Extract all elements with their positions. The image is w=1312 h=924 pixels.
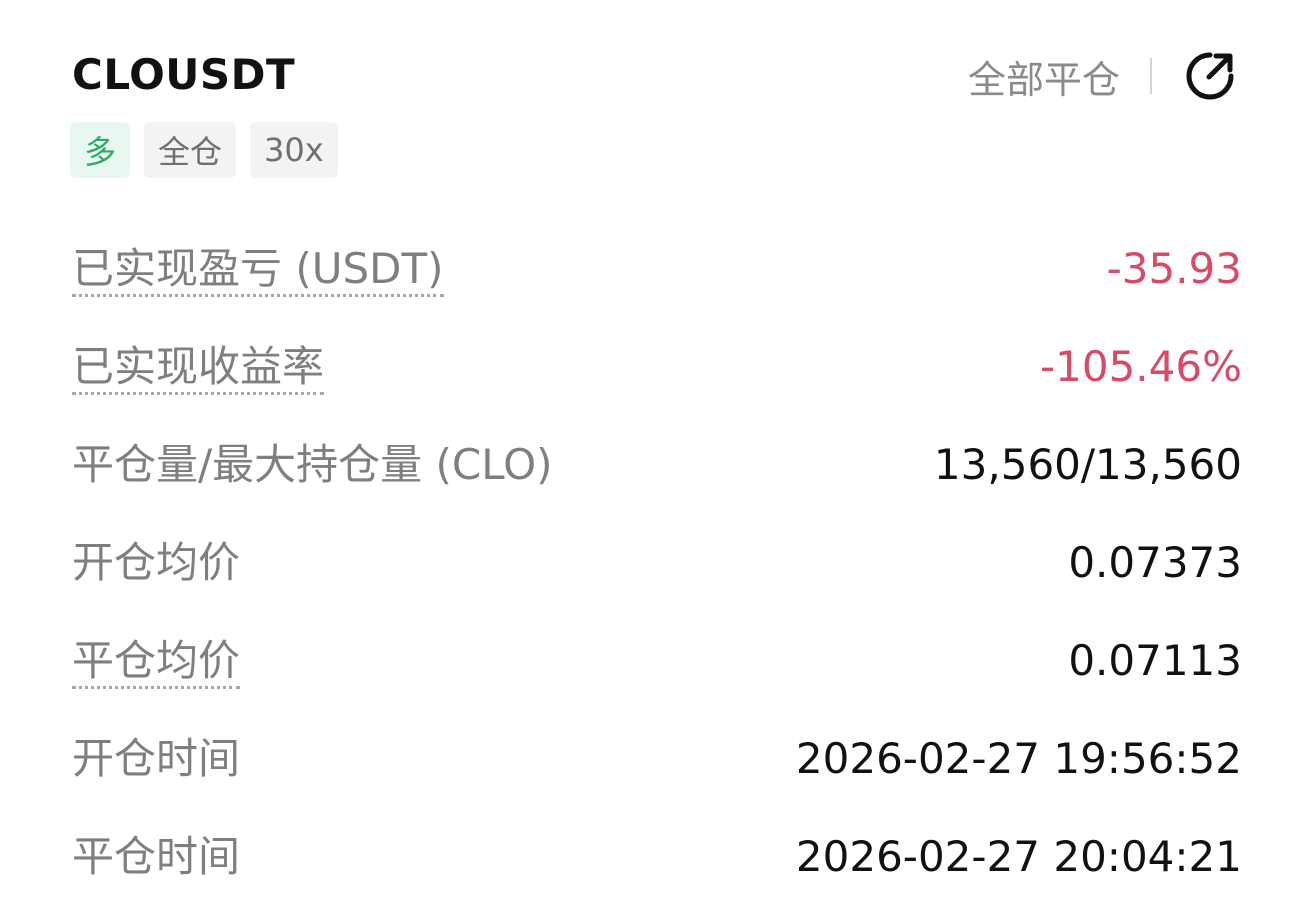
realized-pnl-value: -35.93 [1106,244,1242,293]
open-avg-price-value: 0.07373 [1068,538,1242,587]
share-arrow-icon [1186,52,1234,100]
detail-row-open-time: 开仓时间 2026-02-27 19:56:52 [72,722,1242,820]
close-quantity-label: 平仓量/最大持仓量 (CLO) [72,440,553,489]
tag-margin-mode: 全仓 [144,122,237,178]
tag-direction-long: 多 [70,122,131,178]
realized-pnl-label[interactable]: 已实现盈亏 (USDT) [72,244,444,298]
close-quantity-value: 13,560/13,560 [933,440,1242,489]
header-actions: 全部平仓 [968,44,1242,108]
close-avg-price-label[interactable]: 平仓均价 [72,636,241,690]
detail-row-realized-pnl: 已实现盈亏 (USDT) -35.93 [72,232,1242,330]
tag-leverage: 30x [250,122,338,178]
open-avg-price-label: 开仓均价 [72,538,241,587]
card-header: CLOUSDT 全部平仓 [72,44,1242,108]
position-tags: 多 全仓 30x [70,122,338,178]
close-time-value: 2026-02-27 20:04:21 [795,832,1242,881]
actions-divider [1150,58,1152,94]
detail-row-open-avg-price: 开仓均价 0.07373 [72,526,1242,624]
close-time-label: 平仓时间 [72,832,241,881]
close-all-button[interactable]: 全部平仓 [968,49,1120,104]
share-button[interactable] [1182,48,1238,104]
position-history-card: CLOUSDT 全部平仓 多 全仓 30x 已实现盈亏 (USDT) -35.9… [0,0,1312,924]
symbol-title: CLOUSDT [72,50,296,99]
realized-roi-value: -105.46% [1039,342,1242,391]
open-time-value: 2026-02-27 19:56:52 [795,734,1242,783]
position-details: 已实现盈亏 (USDT) -35.93 已实现收益率 -105.46% 平仓量/… [72,232,1242,918]
detail-row-close-time: 平仓时间 2026-02-27 20:04:21 [72,820,1242,918]
realized-roi-label[interactable]: 已实现收益率 [72,342,325,396]
detail-row-close-quantity: 平仓量/最大持仓量 (CLO) 13,560/13,560 [72,428,1242,526]
close-avg-price-value: 0.07113 [1068,636,1242,685]
detail-row-close-avg-price: 平仓均价 0.07113 [72,624,1242,722]
open-time-label: 开仓时间 [72,734,241,783]
detail-row-realized-roi: 已实现收益率 -105.46% [72,330,1242,428]
